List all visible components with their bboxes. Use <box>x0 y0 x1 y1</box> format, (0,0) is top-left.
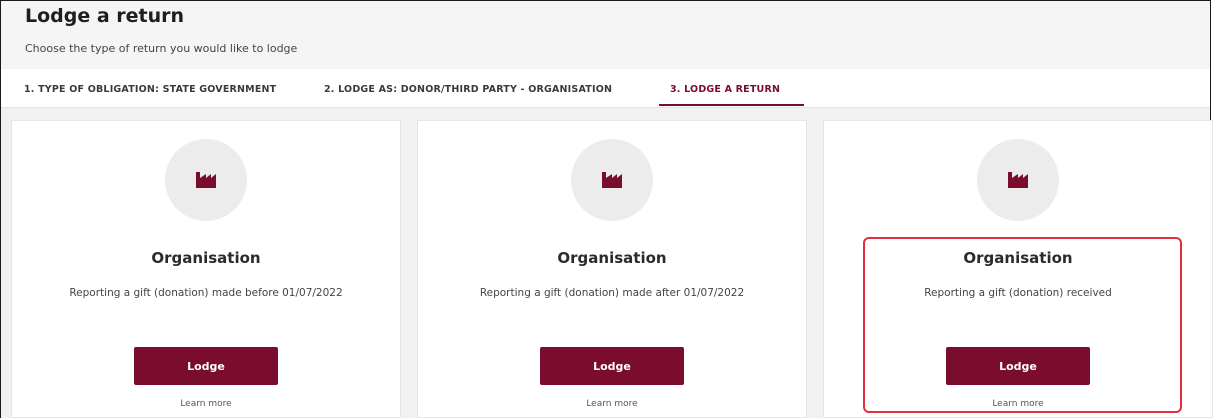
factory-icon <box>602 172 622 188</box>
return-card-before: Organisation Reporting a gift (donation)… <box>11 120 401 418</box>
return-card-after: Organisation Reporting a gift (donation)… <box>417 120 807 418</box>
factory-icon-container <box>165 139 247 221</box>
lodge-button[interactable]: Lodge <box>134 347 278 385</box>
step-tabs: 1. TYPE OF OBLIGATION: STATE GOVERNMENT … <box>1 75 1210 108</box>
tab-type-of-obligation[interactable]: 1. TYPE OF OBLIGATION: STATE GOVERNMENT <box>24 75 276 105</box>
page-title: Lodge a return <box>25 5 185 27</box>
card-description: Reporting a gift (donation) made after 0… <box>479 287 745 299</box>
learn-more-link[interactable]: Learn more <box>12 399 400 409</box>
factory-icon <box>196 172 216 188</box>
card-title: Organisation <box>963 249 1073 267</box>
card-description: Reporting a gift (donation) received <box>924 287 1112 299</box>
active-tab-indicator <box>659 104 804 106</box>
factory-icon <box>1008 172 1028 188</box>
card-title: Organisation <box>151 249 261 267</box>
learn-more-link[interactable]: Learn more <box>418 399 806 409</box>
factory-icon-container <box>571 139 653 221</box>
tab-lodge-a-return[interactable]: 3. LODGE A RETURN <box>670 75 780 105</box>
card-description: Reporting a gift (donation) made before … <box>69 287 343 299</box>
page-header: Lodge a return Choose the type of return… <box>1 1 1210 69</box>
card-title: Organisation <box>557 249 667 267</box>
page-subtitle: Choose the type of return you would like… <box>25 42 298 55</box>
tab-lodge-as[interactable]: 2. LODGE AS: DONOR/THIRD PARTY - ORGANIS… <box>324 75 612 105</box>
return-card-received: Organisation Reporting a gift (donation)… <box>823 120 1213 418</box>
lodge-button[interactable]: Lodge <box>540 347 684 385</box>
factory-icon-container <box>977 139 1059 221</box>
lodge-button[interactable]: Lodge <box>946 347 1090 385</box>
learn-more-link[interactable]: Learn more <box>824 399 1212 409</box>
